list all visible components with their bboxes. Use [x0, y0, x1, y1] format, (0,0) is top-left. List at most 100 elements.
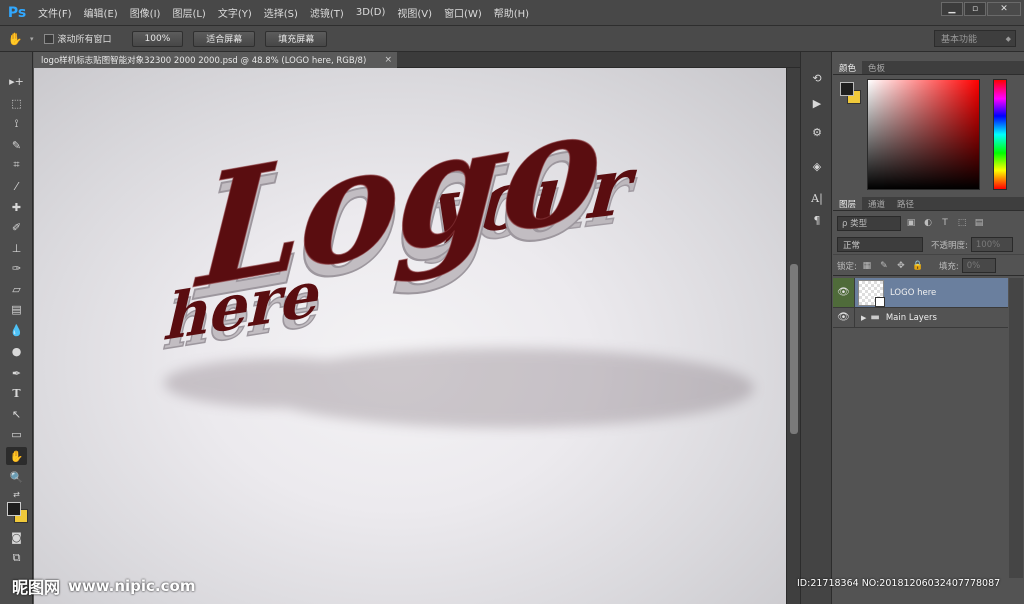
fit-screen-button[interactable]: 适合屏幕	[193, 30, 256, 47]
layer-row-main-layers[interactable]: 👁 ▶ ▬ Main Layers	[833, 308, 1008, 328]
scroll-all-checkbox[interactable]	[43, 33, 54, 44]
right-panels: 颜色 色板 图层 通道 路径 ρ 类型 ▣ ◐ T ⬚ ▤ 正常 不透明度: 1…	[833, 52, 1024, 604]
eye-icon[interactable]: 👁	[833, 308, 855, 327]
opacity-input[interactable]: 100%	[970, 237, 1013, 252]
lock-pixels-icon[interactable]: ✎	[877, 260, 891, 272]
clone-stamp-tool-icon[interactable]: ⊥	[6, 239, 27, 257]
history-brush-tool-icon[interactable]: ✑	[6, 259, 27, 277]
menu-filter[interactable]: 滤镜(T)	[304, 5, 350, 20]
scroll-all-label: 滚动所有窗口	[57, 35, 112, 45]
shape-filter-icon[interactable]: ⬚	[955, 216, 969, 230]
zoom-tool-icon[interactable]: 🔍	[6, 468, 27, 486]
zoom-100-button[interactable]: 100%	[131, 30, 184, 47]
quick-select-tool-icon[interactable]: ✎	[6, 136, 27, 154]
watermark: 昵图网 www.nipic.com	[12, 574, 195, 598]
type-tool-icon[interactable]: T	[6, 384, 27, 402]
menu-edit[interactable]: 编辑(E)	[78, 5, 124, 20]
brush-tool-icon[interactable]: ✐	[6, 218, 27, 236]
close-tab-icon[interactable]: ×	[384, 55, 392, 65]
menu-layer[interactable]: 图层(L)	[166, 5, 211, 20]
image-filter-icon[interactable]: ▣	[904, 216, 918, 230]
layer-row-logo[interactable]: 👁 LOGO here	[833, 278, 1008, 308]
crop-tool-icon[interactable]: ⌗	[6, 156, 27, 174]
marquee-tool-icon[interactable]: ⬚	[6, 94, 27, 112]
workspace-label: 基本功能	[941, 35, 978, 45]
document-tab[interactable]: logo样机标志贴图智能对象32300 2000 2000.psd @ 48.8…	[34, 52, 397, 68]
hand-tool-icon[interactable]: ✋	[6, 447, 27, 465]
eyedropper-tool-icon[interactable]: ⁄	[6, 177, 27, 195]
panel-foreground-swatch[interactable]	[840, 82, 854, 96]
watermark-site: www.nipic.com	[68, 577, 196, 595]
layer-name-main: Main Layers	[885, 312, 937, 323]
document-canvas[interactable]: your your Logo Logo Logo here here	[34, 68, 786, 604]
word-here: here here	[157, 255, 331, 366]
fill-input[interactable]: 0%	[961, 258, 996, 273]
restore-icon: ▫	[971, 4, 979, 14]
fill-screen-button[interactable]: 填充屏幕	[265, 30, 328, 47]
close-icon: ✕	[1000, 4, 1008, 14]
path-select-tool-icon[interactable]: ↖	[6, 405, 27, 423]
watermark-brand: 昵图网	[12, 578, 61, 597]
hue-slider[interactable]	[993, 79, 1007, 190]
menu-view[interactable]: 视图(V)	[391, 5, 438, 20]
blur-tool-icon[interactable]: 💧	[6, 321, 27, 339]
scrollbar-thumb[interactable]	[790, 264, 798, 434]
folder-icon: ▬	[870, 312, 880, 323]
expand-arrow-icon[interactable]: ▶	[861, 314, 866, 322]
workspace-select[interactable]: 基本功能 ◆	[934, 30, 1016, 47]
dodge-tool-icon[interactable]: ●	[6, 342, 27, 360]
menu-file[interactable]: 文件(F)	[32, 5, 78, 20]
type-filter-icon[interactable]: T	[938, 216, 952, 230]
adjustments-panel-icon[interactable]: ◈	[808, 158, 826, 174]
character-panel-icon[interactable]: A|	[808, 190, 826, 206]
lock-fill-row: 锁定: ▦ ✎ ✥ 🔒 填充: 0%	[833, 256, 1024, 276]
lock-transparency-icon[interactable]: ▦	[860, 260, 874, 272]
paragraph-panel-icon[interactable]: ¶	[808, 212, 826, 228]
move-tool-icon[interactable]: ▸+	[6, 72, 27, 90]
canvas-vertical-scrollbar[interactable]	[786, 68, 800, 604]
lock-all-icon[interactable]: 🔒	[911, 260, 925, 272]
gradient-tool-icon[interactable]: ▤	[6, 300, 27, 318]
eraser-tool-icon[interactable]: ▱	[6, 280, 27, 298]
menu-3d[interactable]: 3D(D)	[350, 7, 392, 18]
blend-opacity-row: 正常 不透明度: 100%	[833, 235, 1024, 255]
color-panel-tabs: 颜色 色板	[833, 61, 1024, 75]
menu-window[interactable]: 窗口(W)	[438, 5, 488, 20]
document-tab-bar: logo样机标志贴图智能对象32300 2000 2000.psd @ 48.8…	[34, 52, 800, 68]
quick-mask-icon[interactable]: ◙	[6, 528, 27, 546]
foreground-color-swatch[interactable]	[7, 502, 21, 516]
eye-icon[interactable]: 👁	[833, 278, 855, 307]
smart-object-filter-icon[interactable]: ▤	[972, 216, 986, 230]
swap-colors-icon[interactable]: ⇄	[6, 485, 27, 503]
screen-mode-icon[interactable]: ⧉	[6, 549, 27, 567]
minimize-icon: ▁	[948, 4, 956, 14]
menu-type[interactable]: 文字(Y)	[212, 5, 258, 20]
close-window-button[interactable]: ✕	[987, 2, 1021, 16]
hand-tool-preset-icon[interactable]: ✋	[0, 32, 30, 46]
menu-image[interactable]: 图像(I)	[124, 5, 167, 20]
layers-scrollbar[interactable]	[1009, 278, 1023, 578]
blend-mode-select[interactable]: 正常	[837, 237, 923, 252]
tab-layers[interactable]: 图层	[833, 197, 863, 210]
restore-button[interactable]: ▫	[964, 2, 986, 16]
properties-panel-icon[interactable]: ⚙	[808, 124, 826, 140]
pen-tool-icon[interactable]: ✒	[6, 364, 27, 382]
tab-color[interactable]: 颜色	[833, 61, 863, 74]
tab-swatches[interactable]: 色板	[862, 61, 891, 74]
lasso-tool-icon[interactable]: ⟟	[6, 115, 27, 133]
tab-channels[interactable]: 通道	[862, 197, 891, 210]
menu-help[interactable]: 帮助(H)	[488, 5, 535, 20]
healing-brush-tool-icon[interactable]: ✚	[6, 198, 27, 216]
minimize-button[interactable]: ▁	[941, 2, 963, 16]
lock-position-icon[interactable]: ✥	[894, 260, 908, 272]
layer-kind-filter[interactable]: ρ 类型	[837, 215, 901, 231]
tab-paths[interactable]: 路径	[891, 197, 920, 210]
adjustment-filter-icon[interactable]: ◐	[921, 216, 935, 230]
actions-panel-icon[interactable]: ▶	[808, 95, 826, 111]
history-panel-icon[interactable]: ⟲	[808, 70, 826, 86]
rectangle-tool-icon[interactable]: ▭	[6, 425, 27, 443]
logo-mockup-art: your your Logo Logo Logo here here	[157, 68, 754, 428]
preset-dropdown-icon[interactable]: ▾	[30, 35, 34, 43]
menu-select[interactable]: 选择(S)	[258, 5, 304, 20]
color-field[interactable]	[867, 79, 980, 190]
